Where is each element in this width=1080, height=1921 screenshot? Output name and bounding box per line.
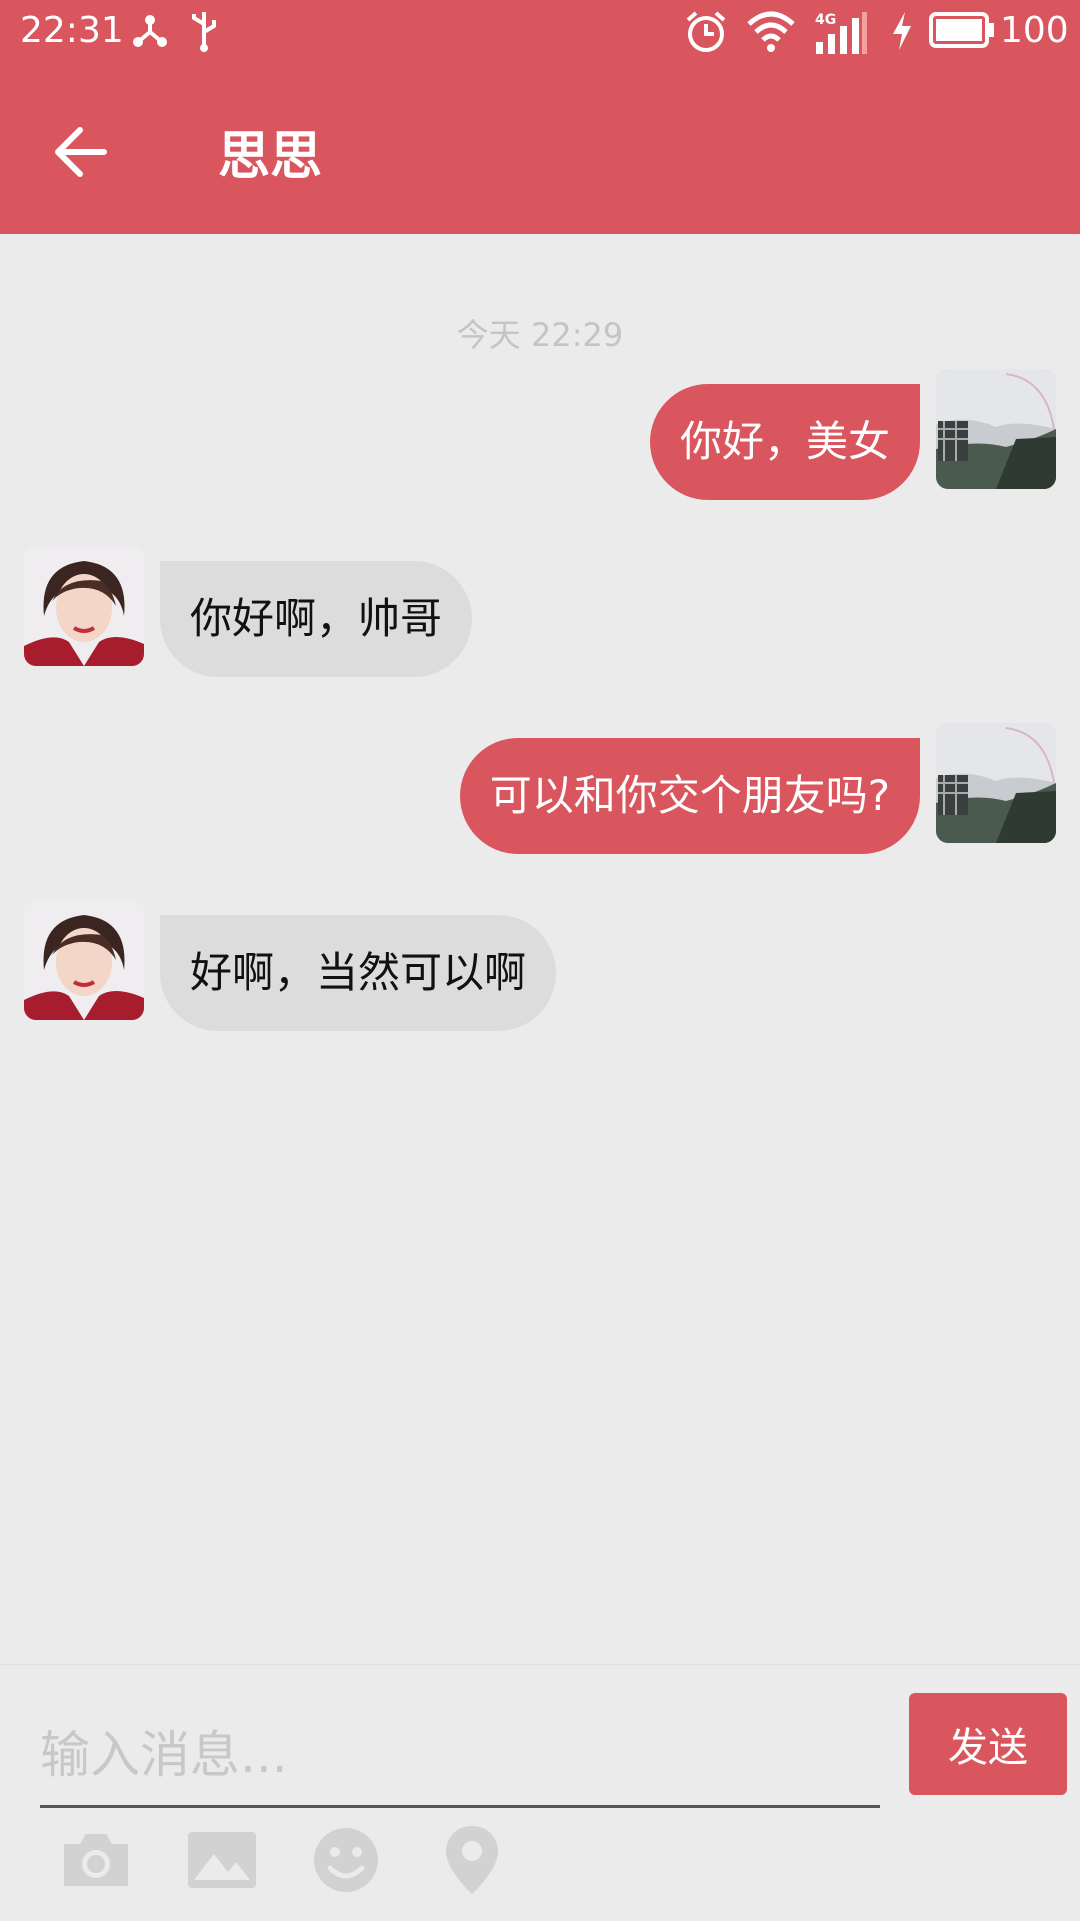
my-avatar[interactable] bbox=[936, 369, 1056, 489]
charging-icon bbox=[893, 12, 911, 50]
message-input[interactable] bbox=[40, 1705, 880, 1808]
share-icon bbox=[133, 15, 167, 47]
back-arrow-icon[interactable] bbox=[50, 122, 110, 182]
outgoing-message-bubble[interactable]: 你好，美女 bbox=[649, 384, 920, 500]
alarm-icon bbox=[686, 11, 726, 52]
usb-icon bbox=[192, 12, 216, 52]
battery-level: 100 bbox=[1000, 10, 1069, 51]
chat-timestamp: 今天 22:29 bbox=[456, 316, 624, 354]
send-button[interactable]: 发送 bbox=[909, 1693, 1067, 1795]
battery-icon bbox=[929, 12, 994, 48]
incoming-message-bubble[interactable]: 好啊，当然可以啊 bbox=[160, 915, 557, 1031]
location-icon[interactable] bbox=[434, 1822, 510, 1898]
contact-name-title: 思思 bbox=[218, 127, 323, 187]
camera-icon[interactable] bbox=[58, 1822, 134, 1898]
image-icon[interactable] bbox=[184, 1822, 260, 1898]
composer: 发送 bbox=[0, 1664, 1080, 1921]
wifi-icon bbox=[747, 11, 795, 52]
signal-icon bbox=[816, 12, 867, 54]
contact-avatar[interactable] bbox=[24, 546, 144, 666]
emoji-icon[interactable] bbox=[308, 1822, 384, 1898]
status-time: 22:31 bbox=[20, 10, 124, 51]
app-bar: 思思 bbox=[0, 64, 1080, 234]
outgoing-message-bubble[interactable]: 可以和你交个朋友吗? bbox=[459, 738, 920, 854]
incoming-message-bubble[interactable]: 你好啊，帅哥 bbox=[160, 561, 473, 677]
status-bar: 22:31 4G 100 bbox=[0, 0, 1080, 64]
my-avatar[interactable] bbox=[936, 723, 1056, 843]
contact-avatar[interactable] bbox=[24, 900, 144, 1020]
